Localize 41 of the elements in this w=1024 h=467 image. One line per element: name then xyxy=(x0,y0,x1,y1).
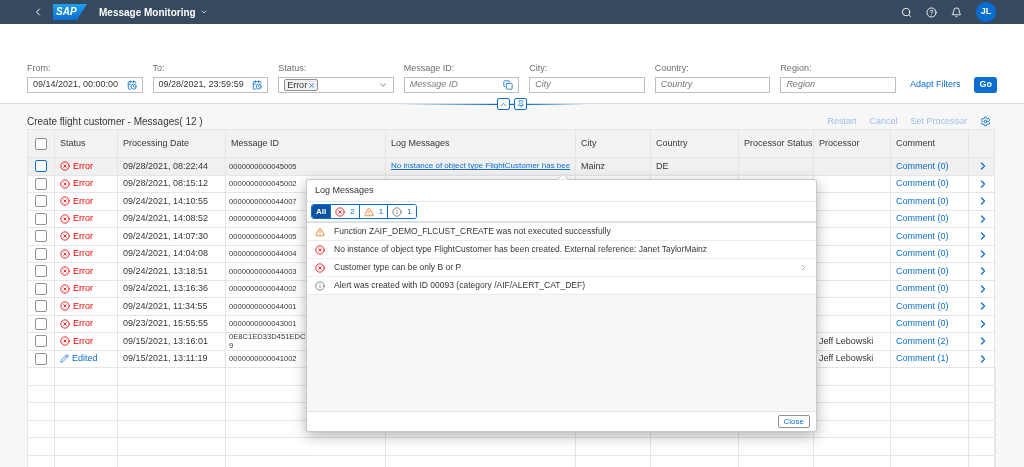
filter-label: To: xyxy=(152,63,166,73)
table-cell: DE xyxy=(656,159,669,173)
status-text: Error xyxy=(60,299,93,313)
table-cell: 09/24/2021, 14:07:30 xyxy=(123,229,209,243)
log-message-text: Customer type can be only B or P xyxy=(334,261,462,274)
table-cell: 09/24/2021, 14:10:55 xyxy=(123,194,209,208)
status-text: Edited xyxy=(60,352,98,366)
status-text: Error xyxy=(60,282,93,296)
status-text: Error xyxy=(60,159,93,173)
table-cell-text: 09/24/2021, 13:16:36 xyxy=(123,282,209,295)
table-cell-text: 09/28/2021, 08:15:12 xyxy=(123,177,209,190)
filter-label: Country: xyxy=(654,63,690,73)
log-message-text: No instance of object type FlightCustomer has been created. External reference: Janet TaylorMainz xyxy=(334,243,708,256)
status-text: Error xyxy=(60,229,93,243)
table-cell-text: 09/23/2021, 15:55:55 xyxy=(123,317,209,330)
log-message-text: Function ZAIF_DEMO_FLCUST_CREATE was not executed successfully xyxy=(334,225,611,238)
status-text: Error xyxy=(60,317,93,331)
status-text: Error xyxy=(60,177,93,191)
status-text: Error xyxy=(60,264,93,278)
popover-title: Log Messages xyxy=(315,183,374,197)
table-cell-text: 09/24/2021, 14:04:08 xyxy=(123,247,209,260)
filter-label: Message ID: xyxy=(403,63,456,73)
table-title: Create flight customer - Messages( 12 ) xyxy=(27,115,203,129)
table-cell: 09/24/2021, 13:18:51 xyxy=(123,264,209,278)
table-cell-text: 09/24/2021, 14:08:52 xyxy=(123,212,209,225)
log-message-text: Alert was created with ID 00093 (category /AIF/ALERT_CAT_DEF) xyxy=(334,279,585,292)
status-text: Error xyxy=(60,247,93,261)
table-cell: Mainz xyxy=(581,159,605,173)
table-cell-text: Jeff Lebowski xyxy=(819,352,874,365)
table-cell: Jeff Lebowski xyxy=(819,334,874,348)
filter-label: Region: xyxy=(780,63,813,73)
table-cell: 09/15/2021, 13:16:01 xyxy=(123,334,209,348)
filter-label: From: xyxy=(27,63,52,73)
table-cell: 09/24/2021, 11:34:55 xyxy=(123,299,208,313)
status-text: Error xyxy=(60,212,93,226)
table-cell: 09/28/2021, 08:22:44 xyxy=(123,159,209,173)
filter-label: Status: xyxy=(278,63,308,73)
status-text: Error xyxy=(60,194,93,208)
status-text: Error xyxy=(60,334,93,348)
filter-label: City: xyxy=(529,63,549,73)
table-cell-text: 09/15/2021, 13:11:19 xyxy=(123,352,208,365)
